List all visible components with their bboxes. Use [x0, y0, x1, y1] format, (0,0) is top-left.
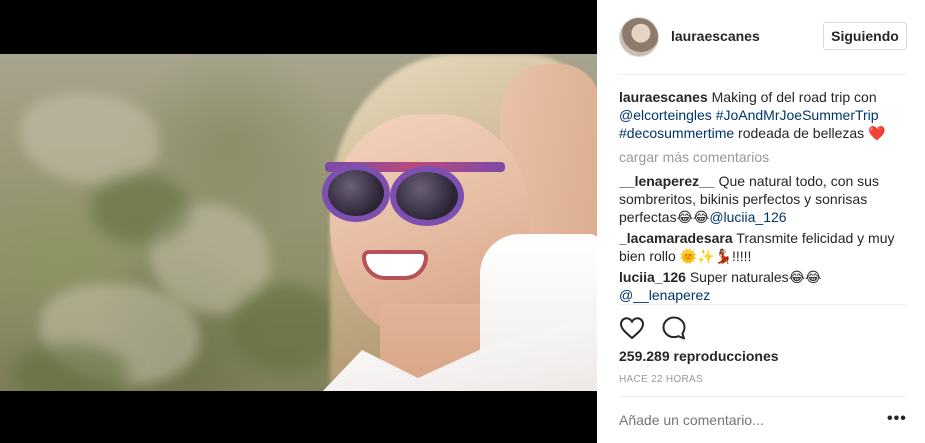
- background-bush: [230, 284, 340, 374]
- background-bush: [90, 174, 190, 244]
- comment-icon[interactable]: [661, 315, 687, 341]
- caption-hashtag[interactable]: #decosummertime: [619, 125, 734, 141]
- caption-mention[interactable]: @elcorteingles: [619, 107, 712, 123]
- side-panel: lauraescanes Siguiendo lauraescanes Maki…: [597, 0, 925, 443]
- comment: __lenaperez__ Que natural todo, con sus …: [619, 172, 907, 226]
- following-button[interactable]: Siguiendo: [823, 22, 907, 50]
- comment-mention[interactable]: @luciia_126: [709, 209, 786, 225]
- load-more-comments-link[interactable]: cargar más comentarios: [619, 148, 907, 166]
- header-username[interactable]: lauraescanes: [671, 28, 760, 44]
- comment: luciia_126 Super naturales😂😂 @__lenapere…: [619, 268, 907, 304]
- post-video[interactable]: [0, 54, 597, 391]
- smile: [362, 250, 428, 280]
- comment-text: Super naturales😂😂: [689, 269, 822, 285]
- heart-icon[interactable]: [619, 315, 645, 341]
- caption-text-part: Making of del road trip con: [711, 89, 877, 105]
- comments-divider: [619, 304, 907, 305]
- caption-hashtag[interactable]: #JoAndMrJoeSummerTrip: [716, 107, 879, 123]
- comment: _lacamaradesara Transmite felicidad y mu…: [619, 229, 907, 265]
- caption-username[interactable]: lauraescanes: [619, 89, 708, 105]
- comments-list: lauraescanes Making of del road trip con…: [619, 88, 907, 304]
- comment-icon-svg: [662, 316, 686, 340]
- sunglasses-lens-left: [322, 164, 390, 222]
- comment-mention[interactable]: @__lenaperez: [619, 286, 907, 304]
- heart-icon-svg: [619, 317, 645, 340]
- caption-text-part: rodeada de bellezas: [734, 125, 869, 141]
- add-comment-input[interactable]: [619, 412, 864, 428]
- background-rock: [20, 94, 160, 184]
- instagram-post: lauraescanes Siguiendo lauraescanes Maki…: [0, 0, 925, 443]
- caption: lauraescanes Making of del road trip con…: [619, 88, 907, 142]
- avatar[interactable]: [619, 17, 659, 57]
- comment-username[interactable]: _lacamaradesara: [619, 230, 733, 246]
- comment-username[interactable]: __lenaperez__: [619, 173, 715, 189]
- views-count[interactable]: 259.289 reproducciones: [619, 348, 779, 364]
- comment-username[interactable]: luciia_126: [619, 269, 686, 285]
- sunglasses-lens-right: [390, 166, 464, 226]
- more-options-button[interactable]: •••: [887, 410, 907, 428]
- post-timestamp[interactable]: HACE 22 HORAS: [619, 374, 703, 385]
- footer-divider: [619, 396, 907, 397]
- action-bar: [619, 315, 687, 341]
- media-panel: [0, 0, 597, 443]
- heart-emoji: ❤️: [868, 125, 886, 141]
- header-divider: [619, 74, 907, 75]
- post-header: lauraescanes Siguiendo: [597, 0, 925, 74]
